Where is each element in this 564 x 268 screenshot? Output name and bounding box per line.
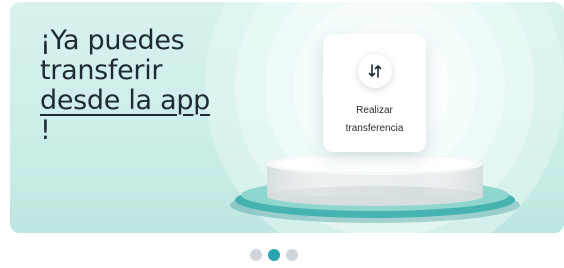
headline-link-text[interactable]: desde la app: [40, 86, 210, 116]
promo-carousel: ¡Ya puedes transferir desde la app! Real…: [0, 0, 564, 268]
carousel-dot-1[interactable]: [250, 249, 262, 261]
carousel-pagination: [250, 249, 298, 261]
transfer-arrows-icon: [357, 54, 392, 88]
carousel-dot-3[interactable]: [286, 249, 298, 261]
transfer-card-label: Realizar transferencia: [346, 102, 404, 138]
headline-line-1: ¡Ya puedes: [40, 25, 185, 56]
headline-line-3: desde la app!: [40, 86, 210, 146]
carousel-dot-2-active[interactable]: [268, 249, 280, 261]
promo-banner[interactable]: ¡Ya puedes transferir desde la app! Real…: [10, 2, 564, 233]
card-label-line-1: Realizar: [356, 105, 393, 116]
headline-line-2: transferir: [40, 55, 163, 86]
transfer-card[interactable]: Realizar transferencia: [323, 34, 426, 152]
promo-headline: ¡Ya puedes transferir desde la app!: [40, 26, 210, 146]
podium-illustration: [230, 153, 520, 223]
headline-exclamation: !: [40, 115, 51, 146]
card-label-line-2: transferencia: [345, 123, 404, 134]
